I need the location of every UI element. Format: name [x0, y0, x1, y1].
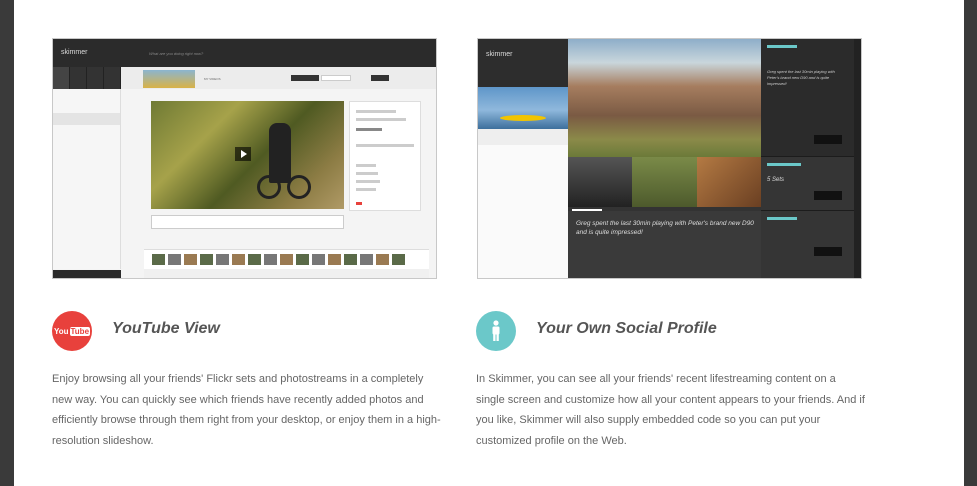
kayak-figure	[500, 115, 546, 121]
nav-tab	[87, 67, 104, 89]
sidebar-item	[53, 89, 120, 101]
info-line	[356, 110, 396, 113]
feature-description: In Skimmer, you can see all your friends…	[476, 373, 865, 447]
bike-wheel	[287, 175, 311, 199]
strip-thumbnail	[296, 254, 309, 265]
cyclist-figure	[269, 123, 291, 183]
panel-label	[767, 163, 801, 166]
info-line	[356, 144, 414, 147]
heart-icon	[356, 202, 362, 205]
profile-sidebar: skimmer	[478, 39, 568, 278]
strip-thumbnail	[232, 254, 245, 265]
follow-button	[814, 191, 842, 200]
strip-thumbnail	[168, 254, 181, 265]
sidebar	[53, 89, 121, 278]
video-player	[151, 101, 344, 209]
panel-label	[767, 217, 797, 220]
strip-thumbnail	[280, 254, 293, 265]
youtube-logo: You Tube	[53, 326, 91, 336]
follow-button	[814, 247, 842, 256]
strip-thumbnail	[152, 254, 165, 265]
strip-thumbnail	[312, 254, 325, 265]
youtube-icon: You Tube	[52, 311, 92, 351]
social-profile-screenshot: skimmer Greg spent the last 30min playin…	[477, 38, 862, 279]
activity-column: Greg spent the last 30min playing with P…	[761, 39, 854, 278]
profile-main: Greg spent the last 30min playing with P…	[568, 39, 761, 278]
status-panel: Greg spent the last 30min playing with P…	[761, 39, 854, 157]
app-header: skimmer What are you doing right now?	[53, 39, 436, 67]
info-line	[356, 172, 378, 175]
status-text: Greg spent the last 30min playing with P…	[767, 69, 835, 86]
toolbar-button	[321, 75, 351, 81]
sidebar-item	[53, 113, 120, 125]
nav-tabs	[53, 67, 121, 89]
profile-name-bar	[478, 129, 568, 145]
feature-title: YouTube View	[112, 320, 220, 337]
photo-sets-panel: 5 Sets	[761, 157, 854, 211]
strip-thumbnail	[392, 254, 405, 265]
toolbar-tab: MY VIDEOS	[204, 77, 221, 81]
status-quote: Greg spent the last 30min playing with P…	[568, 211, 761, 278]
strip-thumbnail	[360, 254, 373, 265]
toolbar-button	[371, 75, 389, 81]
video-toolbar: MY VIDEOS	[121, 67, 436, 89]
photo-thumbnail	[632, 157, 697, 207]
sets-count: 5 Sets	[767, 177, 785, 183]
status-prompt: What are you doing right now?	[149, 51, 204, 56]
photo-thumbnail	[696, 157, 761, 207]
strip-thumbnail	[248, 254, 261, 265]
strip-thumbnail	[328, 254, 341, 265]
bottom-bar	[144, 269, 429, 278]
status-panel	[761, 211, 854, 278]
app-header: skimmer	[478, 39, 568, 87]
info-line	[356, 164, 376, 167]
strip-thumbnail	[184, 254, 197, 265]
app-logo: skimmer	[486, 51, 513, 58]
sidebar-item	[53, 137, 120, 149]
sidebar-item	[53, 149, 120, 161]
app-logo: skimmer	[61, 49, 88, 56]
info-line	[356, 188, 376, 191]
person-icon	[476, 311, 516, 351]
strip-thumbnail	[376, 254, 389, 265]
person-glyph	[492, 320, 500, 341]
rating-stars	[356, 128, 382, 131]
profile-photo	[478, 87, 568, 129]
thumbnail-strip	[144, 249, 429, 269]
status-quote-text: Greg spent the last 30min playing with P…	[576, 220, 754, 236]
video-thumbnail	[143, 70, 195, 88]
feature-description: Enjoy browsing all your friends' Flickr …	[52, 373, 441, 447]
youtube-view-screenshot: skimmer What are you doing right now? MY…	[52, 38, 437, 279]
info-line	[356, 118, 406, 121]
strip-thumbnail	[200, 254, 213, 265]
sidebar-item	[53, 101, 120, 113]
bike-wheel	[257, 175, 281, 199]
video-info-panel	[349, 101, 421, 211]
scrollbar	[854, 39, 861, 278]
page-sheet: skimmer What are you doing right now? MY…	[14, 0, 964, 486]
strip-thumbnail	[264, 254, 277, 265]
description-field	[151, 215, 344, 229]
follow-button	[814, 135, 842, 144]
info-line	[356, 180, 380, 183]
featured-photo	[568, 39, 761, 157]
nav-tab	[70, 67, 87, 89]
strip-thumbnail	[344, 254, 357, 265]
toolbar-button	[291, 75, 319, 81]
photo-thumbnails	[568, 157, 761, 207]
nav-tab	[53, 67, 70, 89]
panel-label	[767, 45, 797, 48]
nav-tab	[104, 67, 121, 89]
strip-thumbnail	[216, 254, 229, 265]
photo-thumbnail	[568, 157, 633, 207]
feature-title: Your Own Social Profile	[536, 320, 717, 337]
play-icon	[235, 147, 251, 161]
sidebar-footer	[53, 270, 121, 278]
sidebar-item	[53, 125, 120, 137]
